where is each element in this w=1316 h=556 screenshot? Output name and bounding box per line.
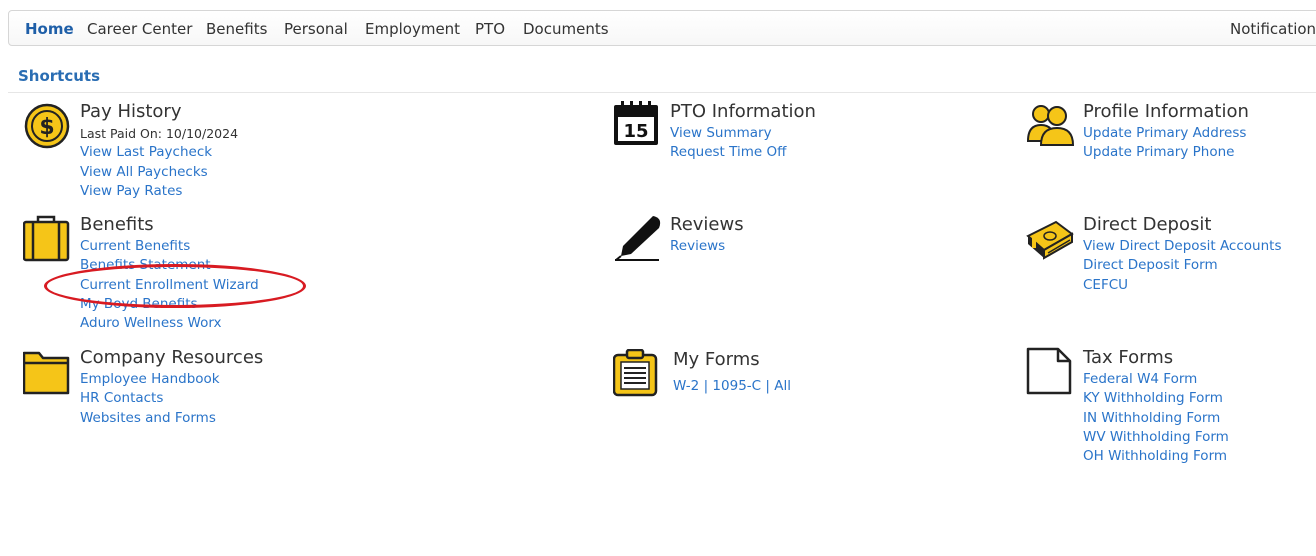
svg-text:$: $: [39, 115, 54, 140]
calendar-icon: 15: [613, 101, 665, 153]
w2-link[interactable]: W-2: [673, 378, 699, 394]
pay-history-title: Pay History: [80, 101, 182, 122]
update-primary-address-link[interactable]: Update Primary Address: [1083, 124, 1246, 143]
top-nav-bar: Home Career Center Benefits Personal Emp…: [8, 10, 1316, 46]
hr-contacts-link[interactable]: HR Contacts: [80, 389, 220, 408]
websites-and-forms-link[interactable]: Websites and Forms: [80, 409, 220, 428]
1095c-link[interactable]: 1095-C: [712, 378, 761, 394]
employee-handbook-link[interactable]: Employee Handbook: [80, 370, 220, 389]
view-pay-rates-link[interactable]: View Pay Rates: [80, 182, 238, 201]
last-paid-date: Last Paid On: 10/10/2024: [80, 126, 239, 141]
direct-deposit-form-link[interactable]: Direct Deposit Form: [1083, 256, 1281, 275]
my-boyd-benefits-link[interactable]: My Boyd Benefits: [80, 295, 259, 314]
direct-deposit-title: Direct Deposit: [1083, 214, 1212, 235]
cefcu-link[interactable]: CEFCU: [1083, 276, 1281, 295]
current-enrollment-wizard-link[interactable]: Current Enrollment Wizard: [80, 276, 259, 295]
my-forms-links: W-2 | 1095-C | All: [673, 377, 791, 396]
current-benefits-link[interactable]: Current Benefits: [80, 237, 259, 256]
nav-career-center[interactable]: Career Center: [87, 20, 192, 38]
nav-employment[interactable]: Employment: [365, 20, 460, 38]
ky-withholding-form-link[interactable]: KY Withholding Form: [1083, 389, 1229, 408]
reviews-title: Reviews: [670, 214, 744, 235]
in-withholding-form-link[interactable]: IN Withholding Form: [1083, 409, 1229, 428]
wv-withholding-form-link[interactable]: WV Withholding Form: [1083, 428, 1229, 447]
oh-withholding-form-link[interactable]: OH Withholding Form: [1083, 447, 1229, 466]
clipboard-icon: [612, 348, 665, 401]
pen-icon: [613, 214, 665, 266]
view-all-paychecks-link[interactable]: View All Paychecks: [80, 163, 238, 182]
nav-personal[interactable]: Personal: [284, 20, 348, 38]
divider: [8, 92, 1316, 93]
nav-pto[interactable]: PTO: [475, 20, 505, 38]
nav-documents[interactable]: Documents: [523, 20, 609, 38]
document-icon: [1026, 347, 1078, 399]
separator: |: [765, 378, 770, 394]
nav-notifications[interactable]: Notifications: [1230, 20, 1316, 38]
briefcase-icon: [22, 214, 75, 266]
separator: |: [703, 378, 709, 394]
nav-home[interactable]: Home: [25, 20, 74, 38]
people-icon: [1026, 101, 1078, 153]
aduro-wellness-worx-link[interactable]: Aduro Wellness Worx: [80, 314, 259, 333]
profile-information-title: Profile Information: [1083, 101, 1249, 122]
view-last-paycheck-link[interactable]: View Last Paycheck: [80, 143, 238, 162]
shortcuts-heading: Shortcuts: [18, 67, 101, 85]
dollar-coin-icon: $: [23, 101, 75, 153]
reviews-link[interactable]: Reviews: [670, 237, 725, 256]
benefits-title: Benefits: [80, 214, 154, 235]
tax-forms-title: Tax Forms: [1083, 347, 1174, 368]
request-time-off-link[interactable]: Request Time Off: [670, 143, 786, 162]
view-summary-link[interactable]: View Summary: [670, 124, 786, 143]
calendar-day: 15: [623, 121, 648, 142]
federal-w4-form-link[interactable]: Federal W4 Form: [1083, 370, 1229, 389]
money-stack-icon: [1026, 214, 1078, 266]
nav-benefits[interactable]: Benefits: [206, 20, 267, 38]
view-direct-deposit-accounts-link[interactable]: View Direct Deposit Accounts: [1083, 237, 1281, 256]
pto-information-title: PTO Information: [670, 101, 816, 122]
my-forms-title: My Forms: [673, 349, 760, 370]
company-resources-title: Company Resources: [80, 347, 264, 368]
update-primary-phone-link[interactable]: Update Primary Phone: [1083, 143, 1246, 162]
folder-icon: [22, 347, 75, 399]
benefits-statement-link[interactable]: Benefits Statement: [80, 256, 259, 275]
all-forms-link[interactable]: All: [774, 378, 791, 394]
